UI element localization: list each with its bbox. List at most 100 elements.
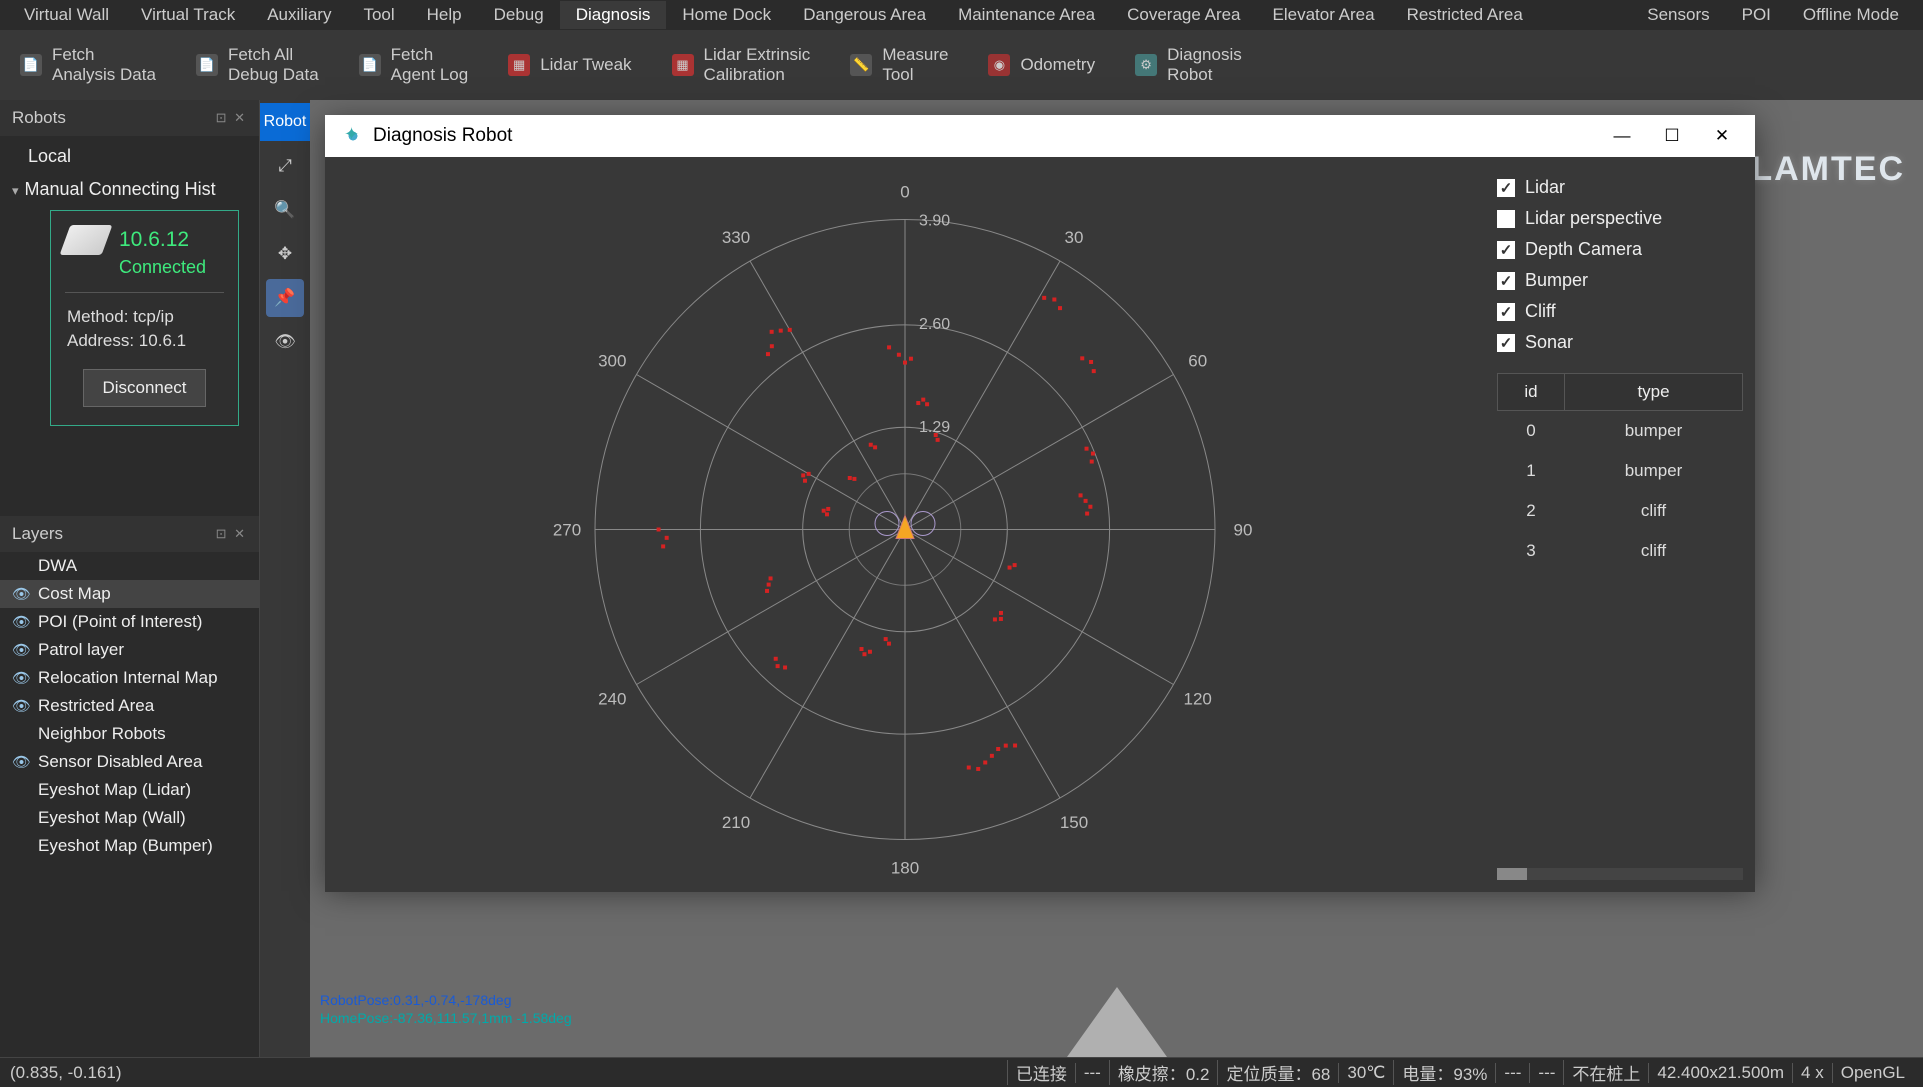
tool-fetch-agent-log[interactable]: 📄Fetch Agent Log <box>359 45 469 86</box>
layer-label: Sensor Disabled Area <box>38 752 202 772</box>
checkbox-row[interactable]: Lidar perspective <box>1497 208 1743 229</box>
menu-tool[interactable]: Tool <box>347 1 410 29</box>
document-icon: 📄 <box>20 54 42 76</box>
checkbox-label: Sonar <box>1525 332 1573 353</box>
robot-ip: 10.6.12 <box>119 228 189 252</box>
checkbox-row[interactable]: ✓Cliff <box>1497 301 1743 322</box>
tool-fetch-analysis[interactable]: 📄Fetch Analysis Data <box>20 45 156 86</box>
layer-label: Relocation Internal Map <box>38 668 218 688</box>
menu-sensors[interactable]: Sensors <box>1631 1 1725 29</box>
eye-icon[interactable]: 👁 <box>12 669 32 687</box>
layer-row[interactable]: 👁 Relocation Internal Map <box>0 664 259 692</box>
dialog-title: Diagnosis Robot <box>373 125 512 147</box>
checkbox-row[interactable]: ✓Bumper <box>1497 270 1743 291</box>
table-header-id[interactable]: id <box>1498 374 1565 411</box>
tool-zoom-icon[interactable]: 🔍 <box>266 191 304 229</box>
menu-diagnosis[interactable]: Diagnosis <box>560 1 667 29</box>
menu-help[interactable]: Help <box>411 1 478 29</box>
menu-offline-mode[interactable]: Offline Mode <box>1787 1 1915 29</box>
checkbox-row[interactable]: ✓ Sonar <box>1497 332 1743 353</box>
status-loc-quality: 定位质量：68 <box>1217 1060 1338 1085</box>
dialog-titlebar[interactable]: Diagnosis Robot — ☐ ✕ <box>325 115 1755 157</box>
layer-row[interactable]: 👁Patrol layer <box>0 636 259 664</box>
eye-icon[interactable]: 👁 <box>12 641 32 659</box>
eye-icon[interactable]: 👁 <box>12 753 32 771</box>
tool-move-icon[interactable]: ✥ <box>266 235 304 273</box>
close-button[interactable]: ✕ <box>1697 115 1747 157</box>
layer-row[interactable]: 👁 Cost Map <box>0 580 259 608</box>
ruler-icon: 📏 <box>850 54 872 76</box>
layer-label: POI (Point of Interest) <box>38 612 202 632</box>
eye-icon[interactable]: 👁 <box>12 697 32 715</box>
tool-pin-icon[interactable]: 📌 <box>266 279 304 317</box>
menu-restricted-area[interactable]: Restricted Area <box>1391 1 1539 29</box>
checkbox-icon[interactable]: ✓ <box>1497 272 1515 290</box>
table-header-type[interactable]: type <box>1565 374 1743 411</box>
eye-icon[interactable]: 👁 <box>12 613 32 631</box>
layer-row[interactable]: 👁 Sensor Disabled Area <box>0 748 259 776</box>
svg-text:30: 30 <box>1065 228 1084 247</box>
disconnect-button[interactable]: Disconnect <box>83 369 205 407</box>
tool-eye-icon[interactable]: 👁 <box>266 323 304 361</box>
eye-icon[interactable]: 👁 <box>12 585 32 603</box>
checkbox-row[interactable]: ✓Lidar <box>1497 177 1743 198</box>
tool-lidar-tweak[interactable]: ▦Lidar Tweak <box>508 54 631 76</box>
layer-label: Cost Map <box>38 584 111 604</box>
panel-controls-icon[interactable]: ⊡ ✕ <box>216 110 247 126</box>
menu-coverage-area[interactable]: Coverage Area <box>1111 1 1256 29</box>
layer-label: Neighbor Robots <box>38 724 166 744</box>
checkbox-icon[interactable]: ✓ <box>1497 179 1515 197</box>
tool-expand-icon[interactable]: ⤢ <box>266 147 304 185</box>
menu-poi[interactable]: POI <box>1726 1 1787 29</box>
table-row[interactable]: 0bumper <box>1498 411 1743 452</box>
menu-debug[interactable]: Debug <box>478 1 560 29</box>
menu-home-dock[interactable]: Home Dock <box>666 1 787 29</box>
tool-diagnosis-robot[interactable]: ⚙Diagnosis Robot <box>1135 45 1242 86</box>
layer-row[interactable]: Eyeshot Map (Lidar) <box>0 776 259 804</box>
layer-row[interactable]: DWA <box>0 552 259 580</box>
horizontal-scrollbar[interactable] <box>1497 868 1743 880</box>
robot-method: Method: tcp/ip <box>65 307 224 327</box>
table-row[interactable]: 1bumper <box>1498 451 1743 491</box>
robot-address: Address: 10.6.1 <box>65 331 224 351</box>
gauge-icon: ◉ <box>988 54 1010 76</box>
svg-text:180: 180 <box>891 859 919 878</box>
svg-text:0: 0 <box>900 183 909 202</box>
table-row[interactable]: 3cliff <box>1498 531 1743 571</box>
tree-local[interactable]: Local <box>0 140 259 173</box>
tool-measure[interactable]: 📏Measure Tool <box>850 45 948 86</box>
checkbox-icon[interactable]: ✓ <box>1497 241 1515 259</box>
menu-auxiliary[interactable]: Auxiliary <box>251 1 347 29</box>
status-mapsize: 42.400x21.500m <box>1648 1063 1792 1083</box>
tool-odometry[interactable]: ◉Odometry <box>988 54 1095 76</box>
layer-row[interactable]: 👁 POI (Point of Interest) <box>0 608 259 636</box>
menu-virtual-wall[interactable]: Virtual Wall <box>8 1 125 29</box>
tool-fetch-all-debug[interactable]: 📄Fetch All Debug Data <box>196 45 319 86</box>
menu-dangerous-area[interactable]: Dangerous Area <box>787 1 942 29</box>
menu-elevator-area[interactable]: Elevator Area <box>1257 1 1391 29</box>
layer-row[interactable]: Eyeshot Map (Wall) <box>0 804 259 832</box>
layer-row[interactable]: 👁Restricted Area <box>0 692 259 720</box>
status-connected: 已连接 <box>1007 1060 1075 1085</box>
radar-chart[interactable]: 03060901201501802102402703003301.292.603… <box>325 157 1485 892</box>
maximize-button[interactable]: ☐ <box>1647 115 1697 157</box>
menu-maintenance-area[interactable]: Maintenance Area <box>942 1 1111 29</box>
checkbox-icon[interactable]: ✓ <box>1497 303 1515 321</box>
menu-virtual-track[interactable]: Virtual Track <box>125 1 251 29</box>
checkbox-icon[interactable]: ✓ <box>1497 334 1515 352</box>
layer-row[interactable]: Eyeshot Map (Bumper) <box>0 832 259 860</box>
checkbox-row[interactable]: ✓Depth Camera <box>1497 239 1743 260</box>
status-rubber: 橡皮擦：0.2 <box>1109 1060 1218 1085</box>
lidar-icon: ▦ <box>508 54 530 76</box>
tool-lidar-ext-cal[interactable]: ▦Lidar Extrinsic Calibration <box>672 45 811 86</box>
minimize-button[interactable]: — <box>1597 115 1647 157</box>
checkbox-icon[interactable] <box>1497 210 1515 228</box>
table-row[interactable]: 2cliff <box>1498 491 1743 531</box>
tool-robot-tab[interactable]: Robot <box>260 103 310 141</box>
tree-manual-history[interactable]: Manual Connecting Hist <box>0 173 259 206</box>
layer-row[interactable]: Neighbor Robots <box>0 720 259 748</box>
svg-text:330: 330 <box>722 228 750 247</box>
panel-controls-icon[interactable]: ⊡ ✕ <box>216 526 247 542</box>
left-panel: Robots ⊡ ✕ Local Manual Connecting Hist … <box>0 100 260 1057</box>
robots-panel-title: Robots ⊡ ✕ <box>0 100 259 136</box>
